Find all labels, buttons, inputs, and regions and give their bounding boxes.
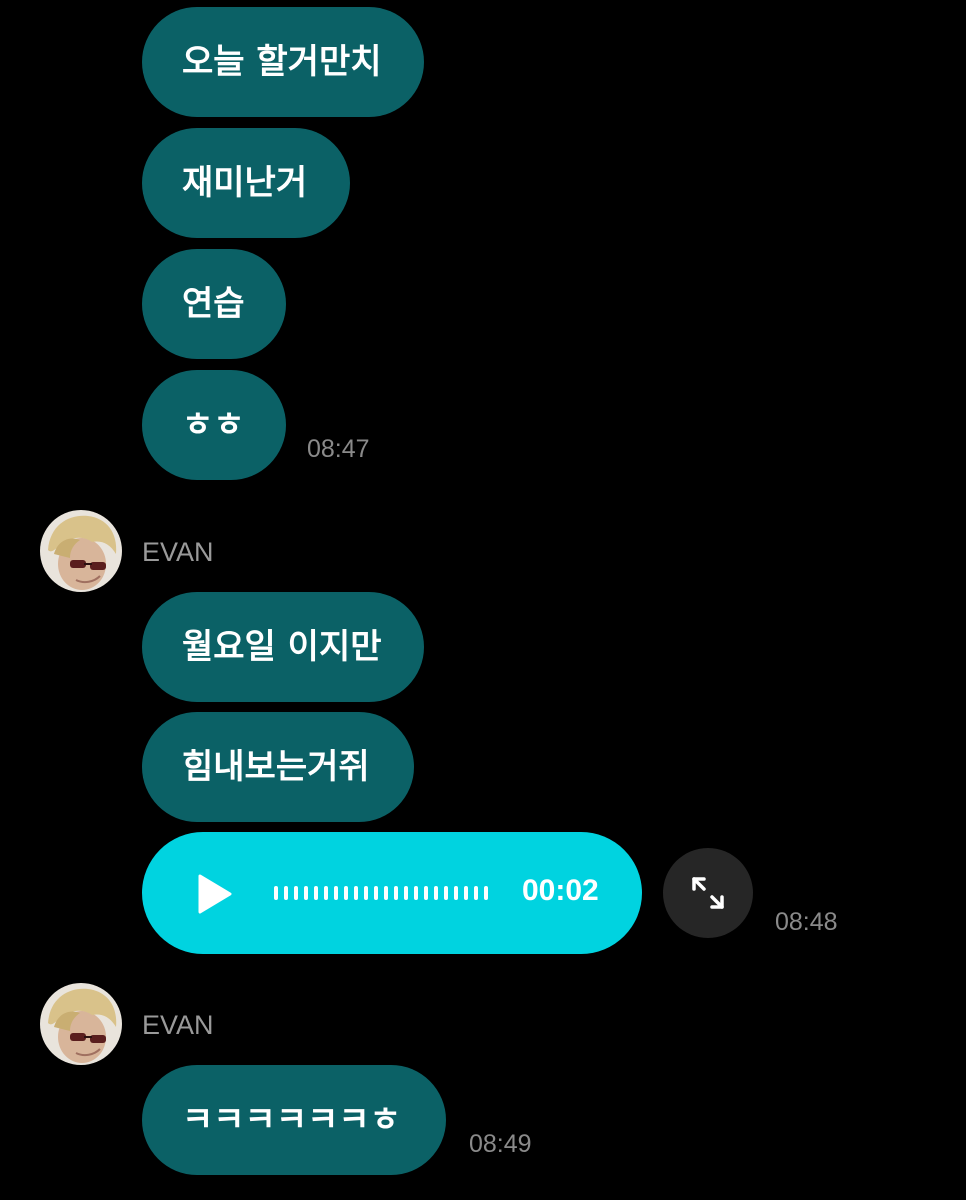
message-bubble[interactable]: 오늘 할거만치 bbox=[142, 7, 424, 117]
message-text: 재미난거 bbox=[182, 163, 308, 203]
message-timestamp: 08:48 bbox=[775, 908, 838, 936]
message-bubble[interactable]: ㅋㅋㅋㅋㅋㅋㅎ bbox=[142, 1065, 446, 1175]
message-text: 오늘 할거만치 bbox=[182, 42, 382, 82]
message-timestamp: 08:47 bbox=[307, 435, 370, 463]
voice-message[interactable]: 00:02 bbox=[142, 832, 642, 954]
sender-name: EVAN bbox=[142, 1010, 214, 1040]
message-text: 월요일 이지만 bbox=[182, 627, 382, 667]
voice-duration: 00:02 bbox=[522, 874, 599, 907]
sender-name: EVAN bbox=[142, 537, 214, 567]
message-timestamp: 08:49 bbox=[469, 1130, 532, 1158]
expand-icon bbox=[692, 877, 724, 909]
profile-photo-icon bbox=[40, 983, 122, 1065]
avatar[interactable] bbox=[40, 983, 122, 1065]
message-bubble[interactable]: 연습 bbox=[142, 249, 286, 359]
message-bubble[interactable]: ㅎㅎ bbox=[142, 370, 286, 480]
message-text: 힘내보는거쥐 bbox=[182, 747, 370, 787]
message-text: ㅋㅋㅋㅋㅋㅋㅎ bbox=[182, 1100, 401, 1140]
message-text: 연습 bbox=[182, 284, 245, 324]
message-bubble[interactable]: 힘내보는거쥐 bbox=[142, 712, 414, 822]
expand-button[interactable] bbox=[663, 848, 753, 938]
message-text: ㅎㅎ bbox=[182, 405, 245, 445]
play-icon[interactable] bbox=[194, 874, 234, 914]
avatar[interactable] bbox=[40, 510, 122, 592]
profile-photo-icon bbox=[40, 510, 122, 592]
message-bubble[interactable]: 월요일 이지만 bbox=[142, 592, 424, 702]
message-bubble[interactable]: 재미난거 bbox=[142, 128, 350, 238]
waveform-icon[interactable] bbox=[274, 883, 488, 903]
